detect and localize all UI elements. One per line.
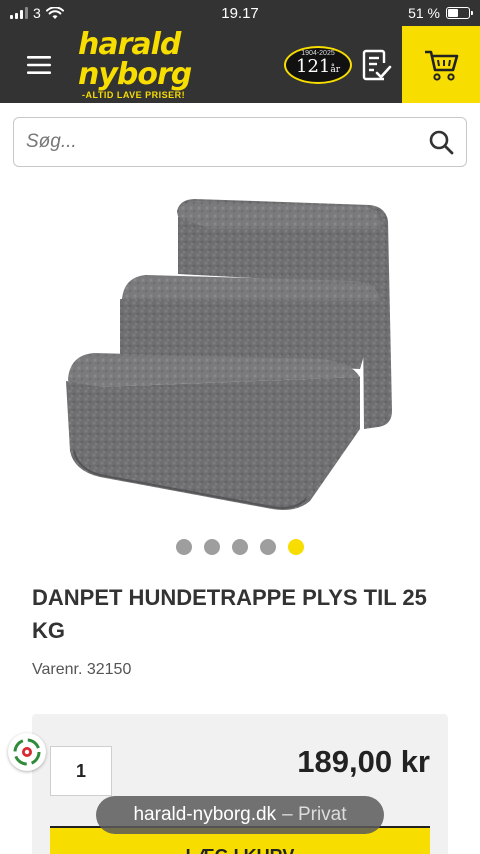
status-time: 19.17 [221,4,259,22]
status-bar: 3 19.17 51 % [0,0,480,26]
carrier-label: 3 [33,5,41,21]
anniversary-number: 121år [296,56,341,77]
eco-badge[interactable] [8,733,46,771]
dog-stairs-image [66,199,392,510]
browser-url-bar[interactable]: harald-nyborg.dk – Privat [96,796,384,834]
site-header: harald nyborg -ALTID LAVE PRISER! 1904-2… [0,26,480,103]
search-icon[interactable] [428,129,454,155]
search-input[interactable] [26,131,428,153]
product-title: DANPET HUNDETRAPPE PLYS TIL 25 KG [32,585,427,643]
recycle-icon [13,738,41,766]
gallery-dot[interactable] [260,539,276,555]
cart-icon [425,50,459,81]
sku-label: Varenr. [32,661,83,678]
signal-icon [10,7,28,19]
product-sku: Varenr. 32150 [0,647,480,679]
browser-url: harald-nyborg.dk [133,804,277,825]
gallery-dot[interactable] [288,539,304,555]
browser-mode: – Privat [282,804,347,825]
wifi-icon [45,6,64,19]
search-box[interactable] [13,117,467,167]
sku-value: 32150 [86,661,132,678]
shopping-list-button[interactable] [352,26,402,103]
search-bar [0,103,480,181]
status-left: 3 [10,5,64,21]
brand-text: harald nyborg -ALTID LAVE PRISER! [78,26,278,100]
brand-logo[interactable]: harald nyborg -ALTID LAVE PRISER! 1904-2… [78,26,352,100]
product-price: 189,00 kr [297,744,430,779]
checklist-icon [362,49,392,80]
battery-percentage: 51 % [408,5,440,21]
gallery-pagination [0,539,480,555]
quantity-input[interactable]: 1 [50,746,112,796]
gallery-dot[interactable] [204,539,220,555]
product-image[interactable] [0,181,480,527]
gallery-dot[interactable] [232,539,248,555]
hamburger-icon [27,55,51,74]
brand-slogan: -ALTID LAVE PRISER! [82,89,186,100]
gallery-dot[interactable] [176,539,192,555]
battery-fill [448,9,459,17]
menu-button[interactable] [0,26,78,103]
status-right: 51 % [408,5,473,21]
cart-button[interactable] [402,26,480,103]
anniversary-badge: 1904-2025 121år [284,45,352,84]
brand-name: harald nyborg [78,26,192,92]
battery-icon [446,7,473,19]
